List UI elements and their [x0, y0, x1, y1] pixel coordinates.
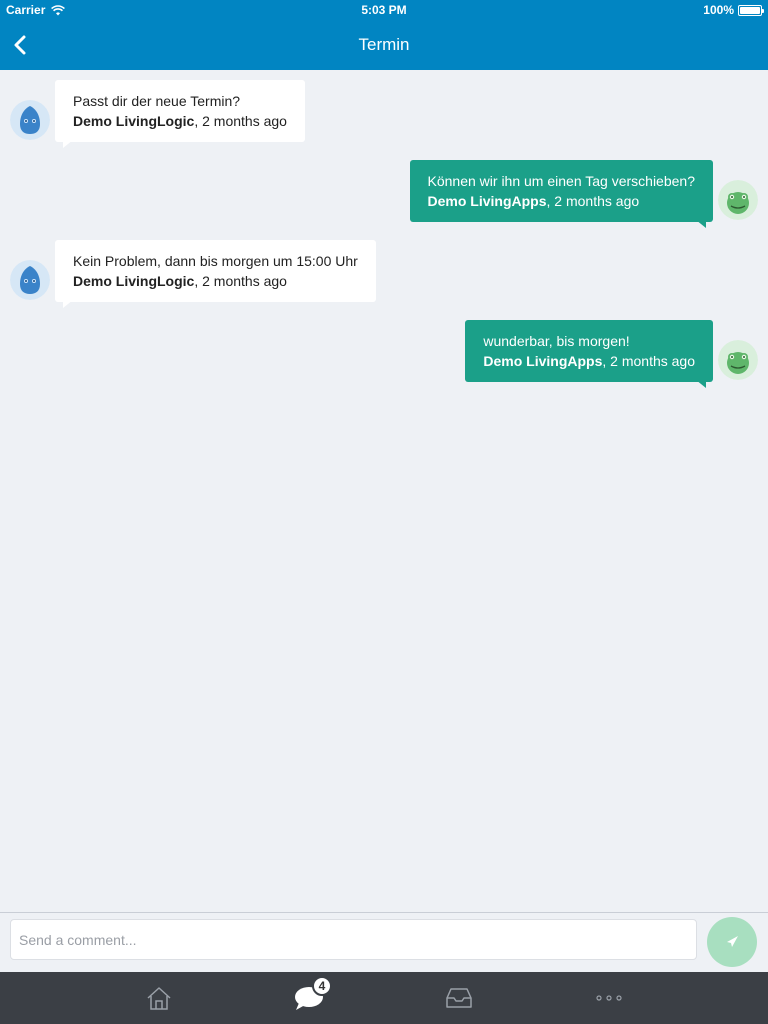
home-icon — [147, 987, 171, 1010]
avatar — [10, 260, 50, 300]
tab-bar: 4 — [0, 972, 768, 1024]
message-time: , 2 months ago — [194, 273, 287, 289]
message-author[interactable]: Demo LivingLogic — [73, 113, 194, 129]
tab-messages[interactable]: 4 — [279, 972, 339, 1024]
bubble-tail — [696, 220, 706, 228]
comment-composer — [0, 912, 768, 972]
message-item: wunderbar, bis morgen! Demo LivingApps, … — [0, 320, 768, 392]
message-text: Können wir ihn um einen Tag verschieben? — [427, 173, 695, 189]
message-author[interactable]: Demo LivingLogic — [73, 273, 194, 289]
message-time: , 2 months ago — [602, 353, 695, 369]
message-author[interactable]: Demo LivingApps — [428, 193, 547, 209]
tab-inbox[interactable] — [429, 972, 489, 1024]
unread-badge: 4 — [312, 976, 332, 996]
message-time: , 2 months ago — [546, 193, 640, 209]
message-text: Kein Problem, dann bis morgen um 15:00 U… — [73, 253, 358, 269]
chameleon-avatar-icon — [718, 340, 758, 380]
more-dots-icon — [596, 995, 622, 1001]
bubble-tail — [696, 380, 706, 388]
battery-icon — [738, 4, 764, 16]
send-button[interactable] — [707, 917, 757, 967]
wifi-icon — [51, 4, 66, 15]
nav-bar: Termin — [0, 20, 768, 70]
tab-home[interactable] — [129, 972, 189, 1024]
message-item: Können wir ihn um einen Tag verschieben?… — [0, 160, 768, 232]
tab-more[interactable] — [579, 972, 639, 1024]
robot-avatar-icon — [10, 260, 50, 300]
message-bubble: Kein Problem, dann bis morgen um 15:00 U… — [55, 240, 376, 302]
comment-input[interactable] — [10, 919, 697, 960]
message-text: Passt dir der neue Termin? — [73, 93, 241, 109]
message-item: Passt dir der neue Termin? Demo LivingLo… — [0, 80, 768, 152]
status-time: 5:03 PM — [361, 3, 407, 17]
chat-thread: Passt dir der neue Termin? Demo LivingLo… — [0, 70, 768, 912]
message-meta: Demo LivingApps, 2 months ago — [483, 351, 695, 371]
status-bar: Carrier 5:03 PM 100% — [0, 0, 768, 20]
robot-avatar-icon — [10, 100, 50, 140]
chameleon-avatar-icon — [718, 180, 758, 220]
page-title: Termin — [358, 35, 410, 54]
message-meta: Demo LivingLogic, 2 months ago — [73, 271, 358, 291]
send-icon — [727, 936, 738, 947]
message-bubble: wunderbar, bis morgen! Demo LivingApps, … — [465, 320, 713, 382]
message-author[interactable]: Demo LivingApps — [483, 353, 602, 369]
message-meta: Demo LivingApps, 2 months ago — [428, 191, 695, 211]
message-text: wunderbar, bis morgen! — [483, 333, 630, 349]
bubble-tail — [63, 140, 73, 148]
message-meta: Demo LivingLogic, 2 months ago — [73, 111, 287, 131]
bubble-tail — [63, 300, 73, 308]
message-item: Kein Problem, dann bis morgen um 15:00 U… — [0, 240, 768, 312]
battery-percent: 100% — [703, 3, 734, 17]
inbox-icon — [446, 988, 472, 1008]
message-bubble: Passt dir der neue Termin? Demo LivingLo… — [55, 80, 305, 142]
avatar — [10, 100, 50, 140]
avatar — [718, 340, 758, 380]
avatar — [718, 180, 758, 220]
message-time: , 2 months ago — [194, 113, 287, 129]
carrier-label: Carrier — [6, 3, 46, 17]
battery-group: 100% — [703, 3, 764, 17]
message-bubble: Können wir ihn um einen Tag verschieben?… — [409, 160, 713, 222]
chevron-left-icon[interactable] — [8, 32, 34, 58]
carrier-group: Carrier — [6, 3, 66, 17]
